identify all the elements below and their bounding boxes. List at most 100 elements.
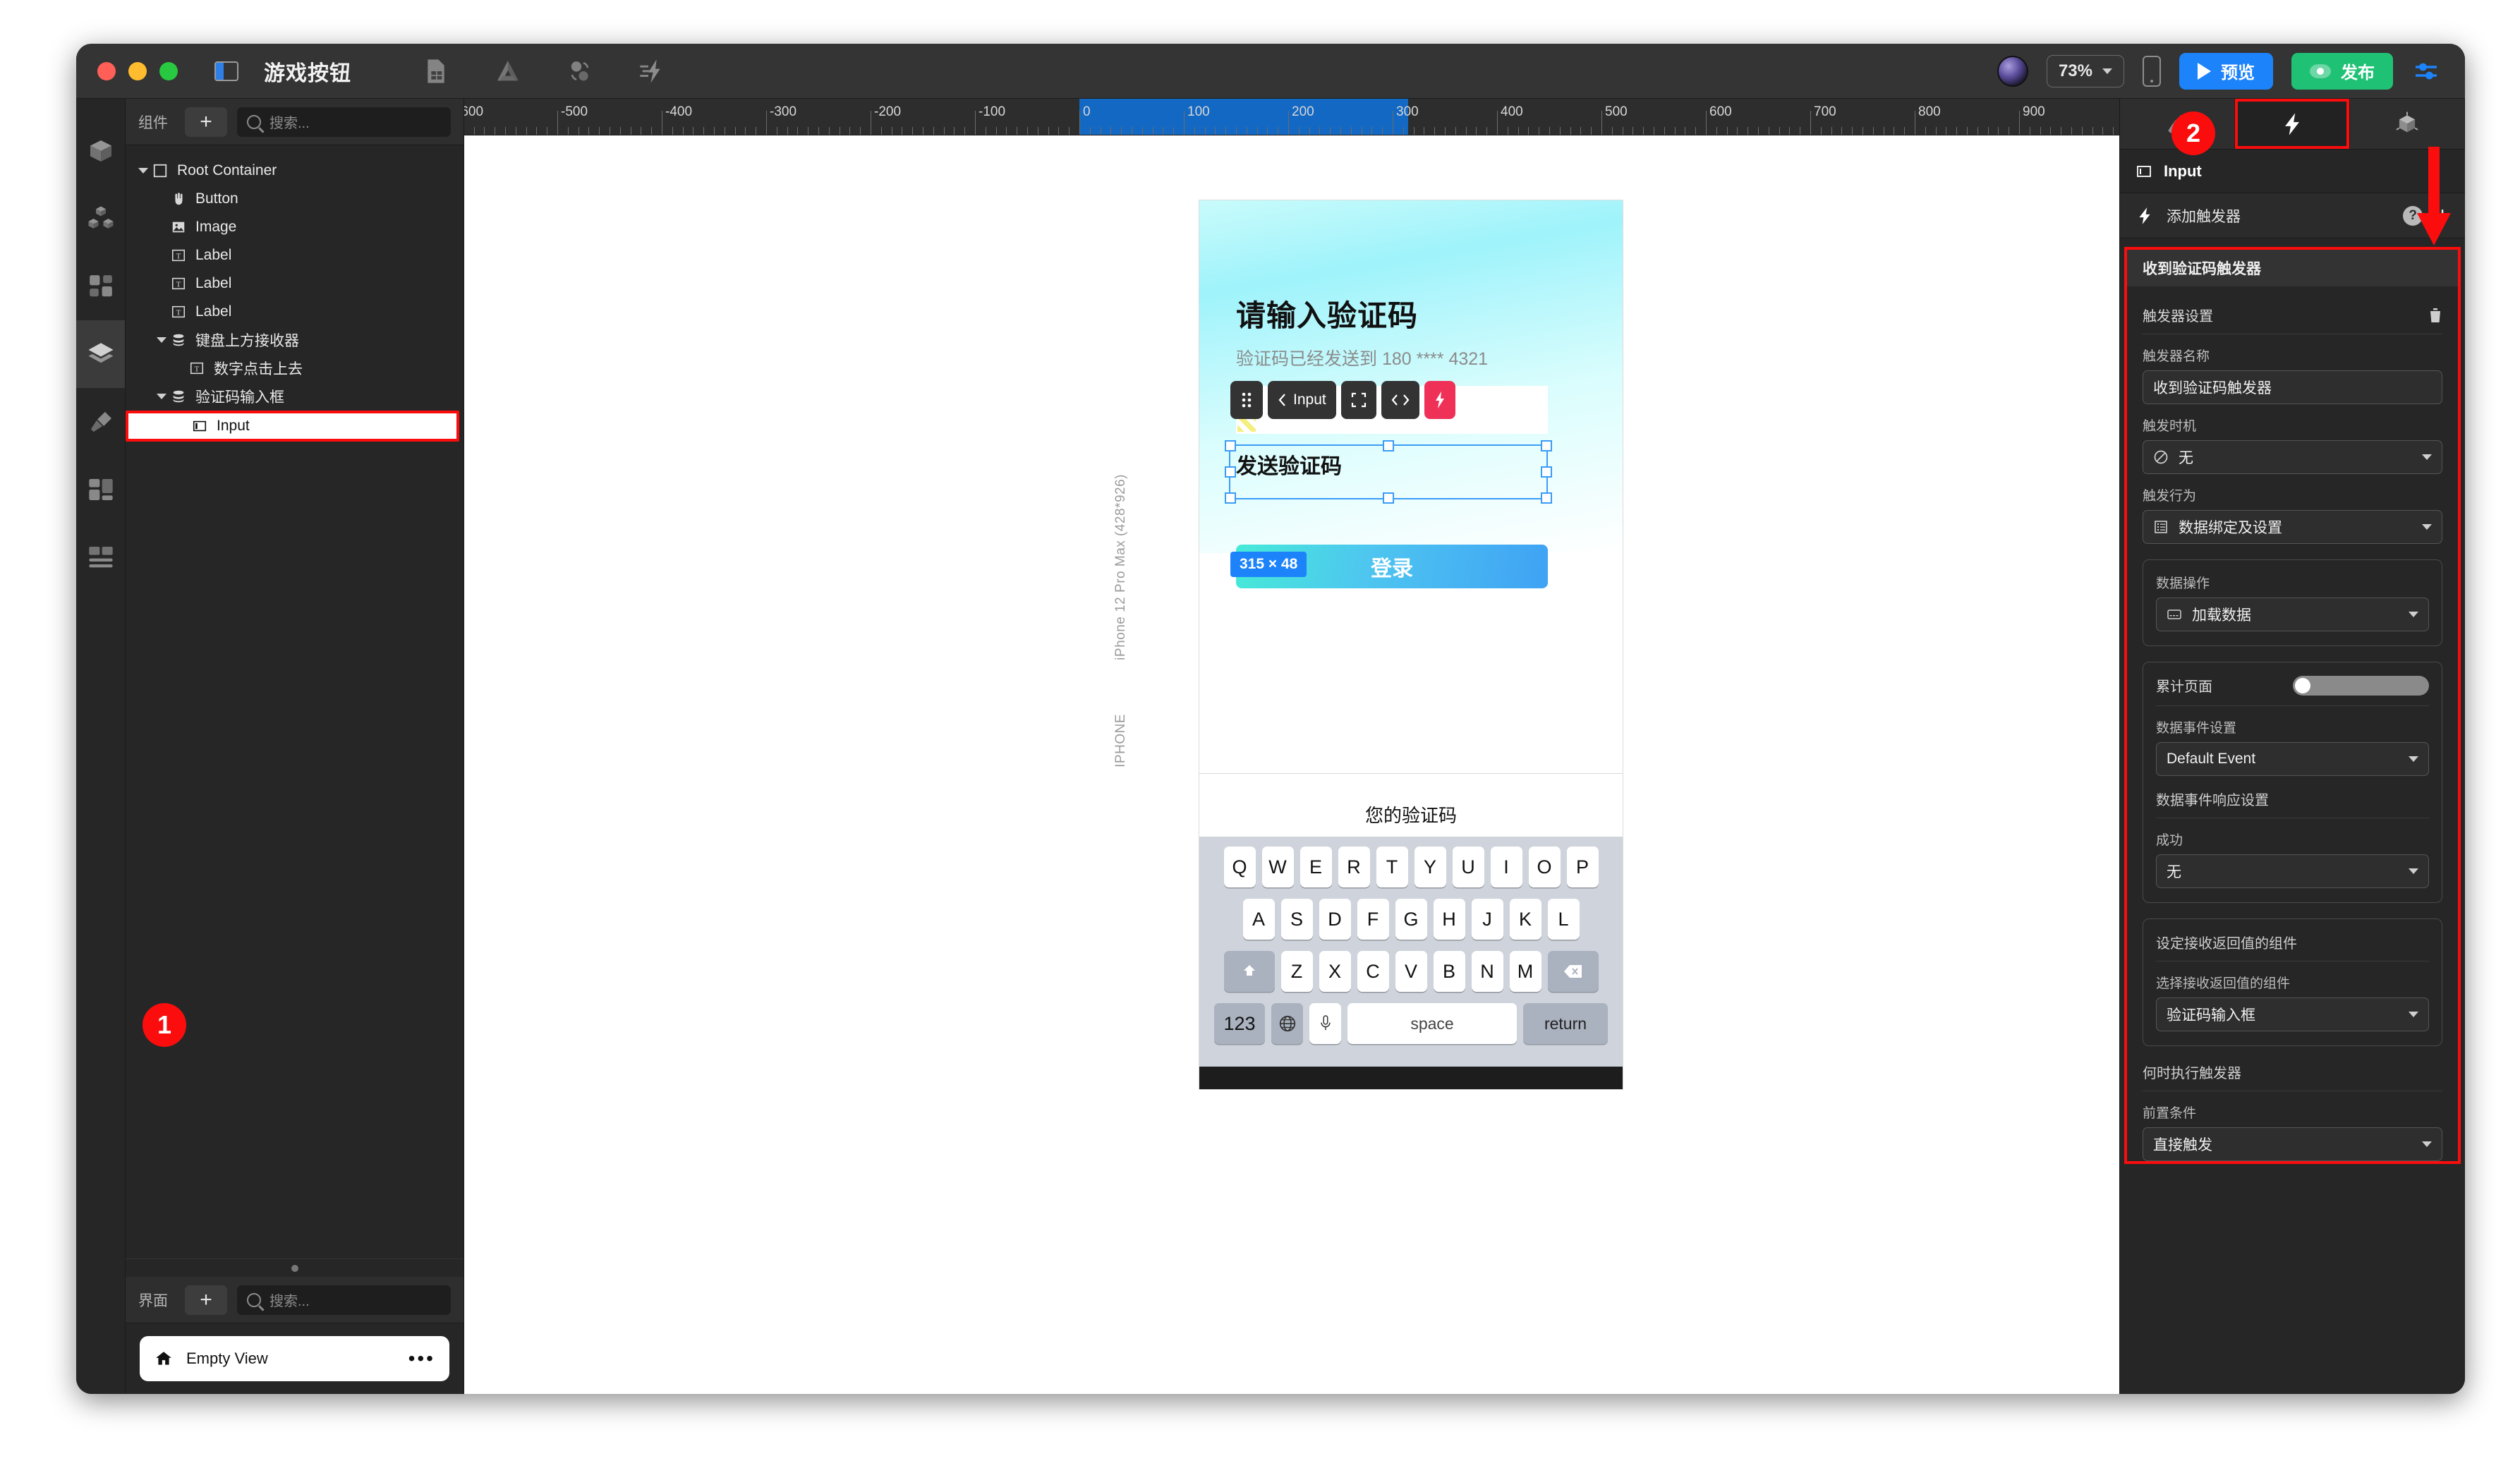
list-item[interactable]: Empty View ••• [140, 1336, 449, 1381]
layer-row[interactable]: Image [126, 213, 464, 241]
keyboard-key[interactable]: E [1300, 847, 1332, 887]
sync-icon[interactable] [566, 57, 594, 85]
drag-dots-button[interactable] [1230, 381, 1263, 419]
keyboard-key[interactable]: D [1319, 899, 1351, 940]
window-controls[interactable] [97, 61, 178, 80]
twisty-toggle[interactable] [135, 168, 151, 174]
resize-handle-mr[interactable] [1541, 466, 1552, 478]
phone-preview[interactable]: 请输入验证码 验证码已经发送到 180 **** 4321 发送验证码 登录 您… [1199, 200, 1623, 1089]
layer-row[interactable]: Button [126, 185, 464, 213]
layer-row[interactable]: T Label [126, 298, 464, 326]
selection-parent-button[interactable]: Input [1268, 381, 1336, 419]
sheet-icon[interactable] [422, 57, 450, 85]
keyboard-key[interactable]: Z [1280, 951, 1313, 992]
accumulate-page-toggle[interactable] [2292, 675, 2429, 696]
resize-handle-tl[interactable] [1225, 440, 1236, 451]
keyboard-key[interactable]: H [1433, 899, 1465, 940]
backspace-key[interactable] [1547, 951, 1599, 992]
layer-row[interactable]: T 数字点击上去 [126, 354, 464, 382]
tab-component[interactable] [2350, 99, 2465, 149]
add-trigger-row[interactable]: 添加触发器 ? + [2120, 193, 2465, 238]
code-button[interactable] [1381, 381, 1419, 419]
numbers-key[interactable]: 123 [1214, 1003, 1265, 1044]
keyboard-key[interactable]: O [1528, 847, 1561, 887]
success-select[interactable]: 无 [2156, 854, 2429, 888]
device-preview-icon[interactable] [2143, 55, 2161, 87]
return-key[interactable]: return [1523, 1003, 1608, 1044]
keyboard-key[interactable]: M [1509, 951, 1541, 992]
keyboard-key[interactable]: X [1319, 951, 1351, 992]
keyboard-key[interactable]: F [1357, 899, 1389, 940]
trigger-name-input[interactable]: 收到验证码触发器 [2143, 370, 2442, 404]
layer-row[interactable]: T Label [126, 241, 464, 269]
keyboard-key[interactable]: S [1280, 899, 1313, 940]
data-event-select[interactable]: Default Event [2156, 742, 2429, 776]
zoom-level-select[interactable]: 73% [2046, 54, 2124, 87]
keyboard-key[interactable]: Y [1414, 847, 1446, 887]
keyboard-key[interactable]: N [1471, 951, 1503, 992]
tab-trigger[interactable] [2235, 99, 2350, 149]
add-component-button[interactable]: + [185, 107, 227, 137]
precondition-select[interactable]: 直接触发 [2143, 1127, 2442, 1161]
trash-icon[interactable] [2428, 307, 2442, 324]
sidebar-toggle-icon[interactable] [214, 61, 238, 81]
help-icon[interactable]: ? [2403, 205, 2423, 226]
canvas-body[interactable]: iPhone 12 Pro Max (428*926) IPHONE 请输入验证… [464, 135, 2119, 1394]
close-window-button[interactable] [97, 61, 116, 80]
component-search-input[interactable]: 搜索... [237, 107, 451, 137]
add-view-button[interactable]: + [185, 1285, 227, 1315]
drive-icon[interactable] [494, 57, 522, 85]
maximize-window-button[interactable] [159, 61, 178, 80]
selection-bounding-box[interactable] [1225, 440, 1552, 504]
mic-key[interactable] [1309, 1003, 1341, 1044]
accumulate-page-row[interactable]: 累计页面 [2156, 662, 2429, 706]
avatar[interactable] [1997, 55, 2028, 87]
selection-toolbar[interactable]: Input [1230, 381, 1455, 419]
layer-row[interactable]: T Label [126, 269, 464, 298]
keyboard-key[interactable]: T [1376, 847, 1408, 887]
layer-row[interactable]: 键盘上方接收器 [126, 326, 464, 354]
resize-handle-ml[interactable] [1225, 466, 1236, 478]
rail-item-panels[interactable] [76, 456, 125, 523]
rail-item-cube[interactable] [76, 117, 125, 185]
keyboard-key[interactable]: B [1433, 951, 1465, 992]
resize-handle-bc[interactable] [1383, 492, 1394, 504]
keyboard-key[interactable]: V [1395, 951, 1427, 992]
ios-keyboard[interactable]: QWERTYUIOP ASDFGHJKL ZXCVBNM 123 space r… [1199, 837, 1623, 1067]
preview-button[interactable]: 预览 [2179, 52, 2273, 90]
view-search-input[interactable]: 搜索... [237, 1285, 451, 1315]
add-trigger-button[interactable]: + [2435, 204, 2449, 228]
twisty-toggle[interactable] [154, 337, 169, 343]
twisty-toggle[interactable] [154, 394, 169, 399]
horizontal-ruler[interactable]: -600 -500 -400 -300 -200 -100 0 100 200 300 400 500… [464, 99, 2119, 135]
keyboard-key[interactable]: U [1452, 847, 1484, 887]
view-menu-button[interactable]: ••• [408, 1349, 435, 1369]
rail-item-list[interactable] [76, 523, 125, 591]
lightning-flow-icon[interactable] [638, 57, 666, 85]
layer-row[interactable]: Root Container [126, 157, 464, 185]
trigger-flash-button[interactable] [1424, 381, 1455, 419]
expand-button[interactable] [1340, 381, 1376, 419]
settings-sliders-icon[interactable] [2411, 59, 2441, 84]
keyboard-key[interactable]: Q [1223, 847, 1256, 887]
trigger-behavior-select[interactable]: 数据绑定及设置 [2143, 510, 2442, 544]
keyboard-key[interactable]: L [1547, 899, 1580, 940]
keyboard-key[interactable]: G [1395, 899, 1427, 940]
keyboard-key[interactable]: I [1490, 847, 1522, 887]
rail-item-blocks[interactable] [76, 185, 125, 253]
keyboard-key[interactable]: C [1357, 951, 1389, 992]
globe-key[interactable] [1271, 1003, 1303, 1044]
rail-item-brush[interactable] [76, 388, 125, 456]
resize-handle-tc[interactable] [1383, 440, 1394, 451]
resize-handle-br[interactable] [1541, 492, 1552, 504]
panel-resize-handle[interactable] [126, 1258, 464, 1277]
keyboard-key[interactable]: P [1566, 847, 1599, 887]
keyboard-key[interactable]: K [1509, 899, 1541, 940]
layer-row[interactable]: 验证码输入框 [126, 382, 464, 411]
keyboard-key[interactable]: R [1338, 847, 1370, 887]
space-key[interactable]: space [1347, 1003, 1517, 1044]
keyboard-key[interactable]: W [1261, 847, 1294, 887]
canvas-area[interactable]: -600 -500 -400 -300 -200 -100 0 100 200 300 400 500… [464, 99, 2119, 1394]
rail-item-layers[interactable] [76, 320, 125, 388]
receiver-select[interactable]: 验证码输入框 [2156, 997, 2429, 1031]
